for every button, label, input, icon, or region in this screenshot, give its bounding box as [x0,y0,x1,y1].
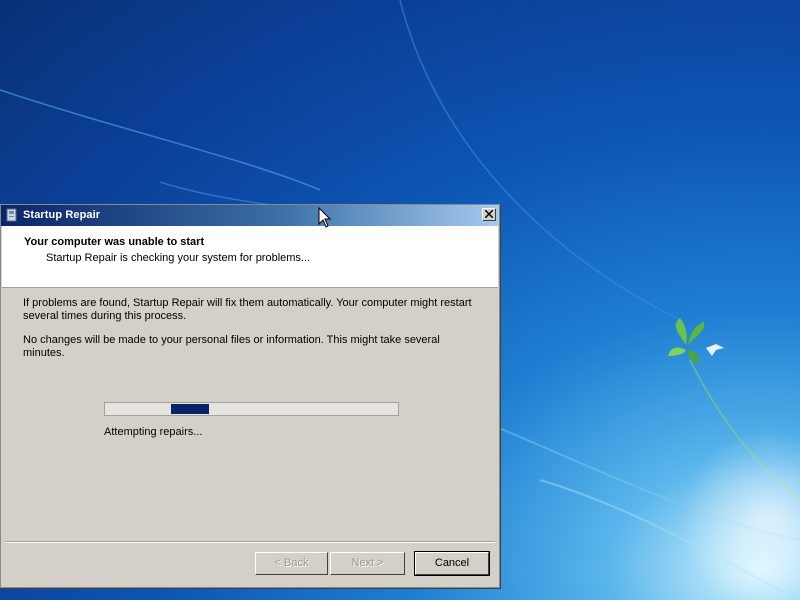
button-separator [5,541,495,543]
cancel-button[interactable]: Cancel [414,551,490,576]
progress-status: Attempting repairs... [104,426,203,438]
header-subtitle: Startup Repair is checking your system f… [46,252,311,264]
header-panel: Your computer was unable to start Startu… [2,226,498,288]
mouse-pointer-icon [318,207,332,228]
privacy-paragraph: No changes will be made to your personal… [23,334,440,359]
bird-icon [706,344,724,356]
startup-repair-dialog: Startup Repair Your computer was unable … [0,204,500,588]
close-icon [485,210,493,218]
header-title: Your computer was unable to start [24,236,205,248]
next-button[interactable]: Next > [330,552,405,575]
close-button[interactable] [482,208,496,221]
progress-marquee-block [171,404,209,414]
info-paragraph: If problems are found, Startup Repair wi… [23,297,472,322]
window-title: Startup Repair [23,209,101,221]
startup-repair-icon [6,208,17,222]
back-button[interactable]: < Back [255,552,328,575]
leaf-sprout-icon [668,318,705,364]
title-bar[interactable]: Startup Repair [1,205,499,226]
progress-bar [104,402,399,416]
